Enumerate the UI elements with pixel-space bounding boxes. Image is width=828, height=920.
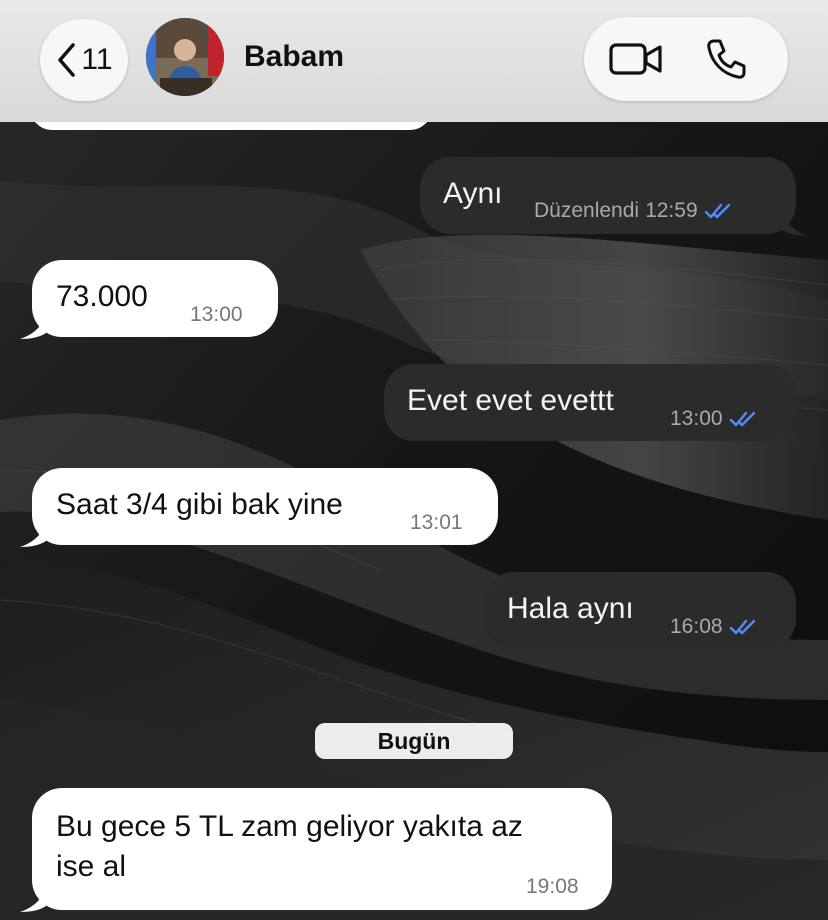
- message-time: 13:01: [410, 511, 463, 534]
- message-meta: 16:08: [670, 615, 759, 639]
- message-bubble-outgoing[interactable]: Hala aynı 16:08: [484, 572, 808, 651]
- message-bubble-incoming[interactable]: 73.000 13:00: [20, 260, 278, 339]
- bubble-tail: [20, 315, 46, 339]
- message-text: Aynı: [443, 177, 503, 210]
- edited-label: Düzenlendi: [534, 199, 640, 222]
- message-text: Saat 3/4 gibi bak yine: [56, 488, 343, 521]
- message-time: 13:00: [190, 303, 243, 326]
- avatar[interactable]: [146, 18, 224, 96]
- call-actions: [584, 17, 788, 101]
- message-bubble-incoming[interactable]: Bu gece 5 TL zam geliyor yakıta az ise a…: [20, 788, 612, 912]
- message-time: 13:00: [670, 407, 723, 430]
- message-bubble-incoming[interactable]: Saat 3/4 gibi bak yine 13:01: [20, 468, 498, 547]
- video-call-button[interactable]: [606, 37, 666, 81]
- double-check-icon: [729, 411, 755, 427]
- unread-count: 11: [81, 43, 113, 76]
- message-text: Evet evet evettt: [407, 384, 614, 417]
- bubble-tail: [20, 888, 46, 912]
- bubble-tail: [20, 523, 46, 547]
- double-check-icon: [704, 203, 730, 219]
- double-check-icon: [729, 619, 755, 635]
- voice-call-button[interactable]: [696, 37, 756, 81]
- bubble-tail: [782, 212, 808, 236]
- chat-header: 11 Babam: [0, 0, 828, 122]
- contact-name[interactable]: Babam: [244, 40, 344, 74]
- back-button[interactable]: 11: [40, 19, 128, 101]
- chat-wallpaper: [0, 0, 828, 920]
- message-time: 12:59: [645, 199, 698, 222]
- bubble-tail: [782, 627, 808, 651]
- message-time: 19:08: [526, 875, 579, 898]
- message-text: 73.000: [56, 280, 148, 313]
- video-camera-icon: [609, 43, 662, 75]
- phone-icon: [707, 39, 746, 79]
- message-meta: 13:00: [670, 407, 759, 431]
- message-text-line-1: Bu gece 5 TL zam geliyor yakıta az: [56, 810, 523, 843]
- date-separator: Bugün: [315, 723, 513, 759]
- message-meta: Düzenlendi 12:59: [534, 199, 734, 223]
- chevron-left-icon: [58, 43, 76, 77]
- message-text: Hala aynı: [507, 592, 634, 625]
- message-time: 16:08: [670, 615, 723, 638]
- message-bubble-outgoing[interactable]: Evet evet evettt 13:00: [384, 364, 808, 443]
- message-text-line-2: ise al: [56, 850, 127, 883]
- message-bubble-outgoing[interactable]: Aynı Düzenlendi 12:59: [420, 157, 808, 236]
- bubble-tail: [782, 419, 808, 443]
